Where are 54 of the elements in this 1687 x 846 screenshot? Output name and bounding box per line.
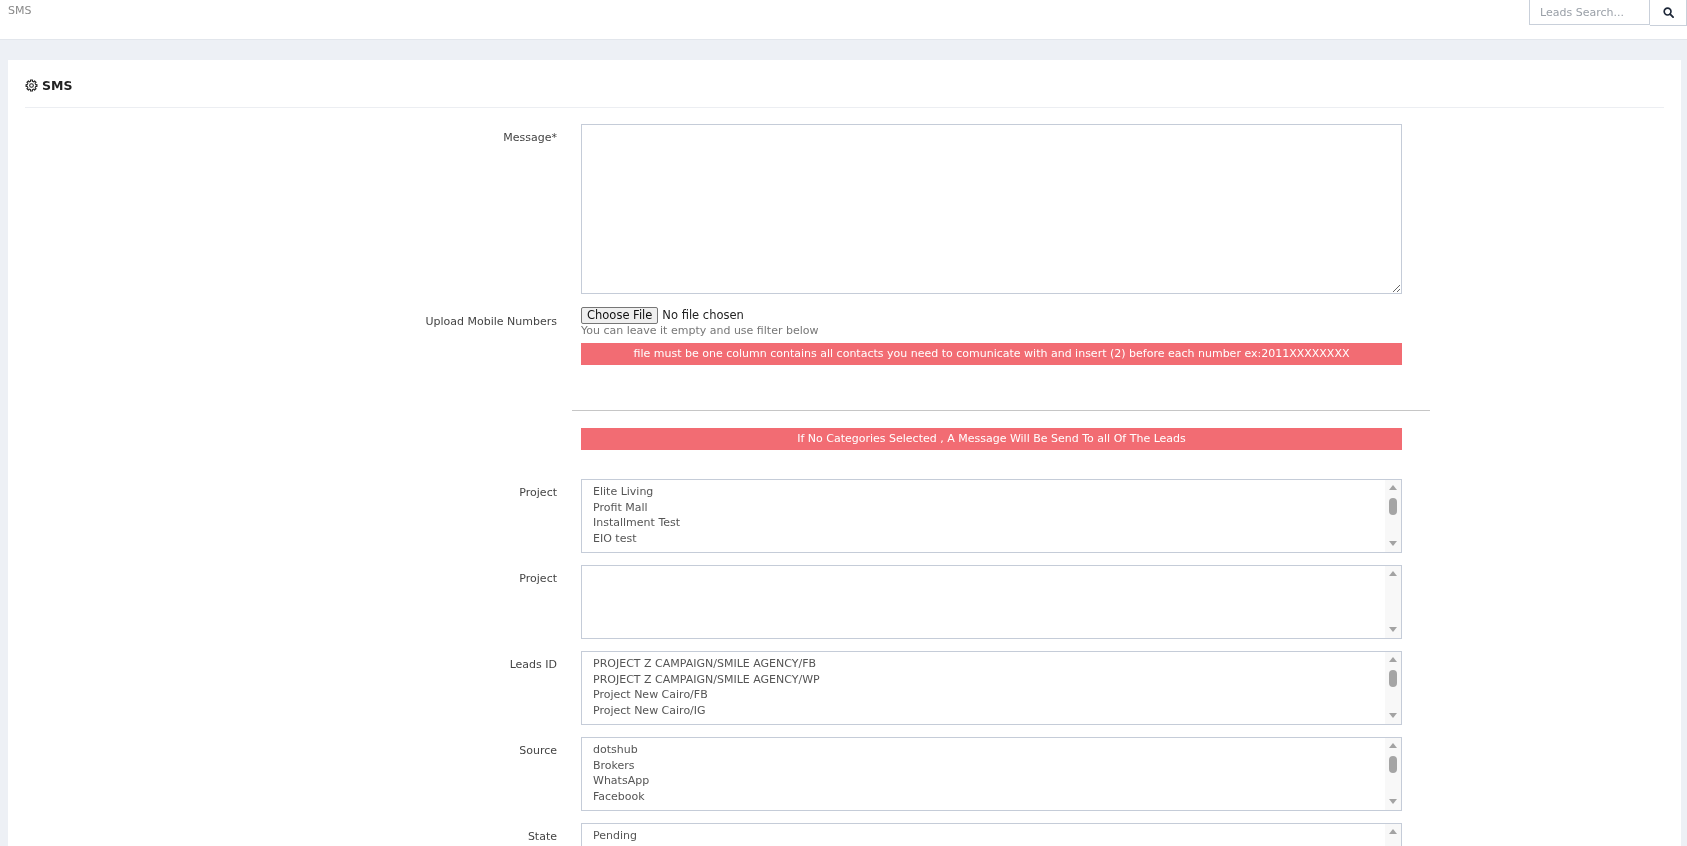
list-option[interactable]: Project New Cairo/FB <box>593 687 708 703</box>
scroll-up-arrow-icon[interactable] <box>1389 743 1397 748</box>
warning-banner: If No Categories Selected , A Message Will Be Send To all Of The Leads <box>581 428 1402 450</box>
multi-select-list[interactable] <box>581 565 1402 639</box>
scrollbar[interactable] <box>1385 738 1401 810</box>
scrollbar-thumb[interactable] <box>1389 670 1397 687</box>
list-option[interactable]: Profit Mall <box>593 499 648 515</box>
search-button[interactable] <box>1650 0 1687 26</box>
list-option[interactable]: Brokers <box>593 757 635 773</box>
scrollbar-thumb[interactable] <box>1389 756 1397 773</box>
field-label: Upload Mobile Numbers <box>425 315 557 328</box>
field-label: State <box>527 830 557 843</box>
message-field[interactable] <box>581 124 1402 294</box>
list-option[interactable]: Elite Living <box>593 484 654 500</box>
list-option[interactable]: Installment Test <box>593 515 681 531</box>
scroll-up-arrow-icon[interactable] <box>1389 485 1397 490</box>
scrollbar[interactable] <box>1385 652 1401 724</box>
field-label: Leads ID <box>509 658 557 671</box>
scrollbar[interactable] <box>1385 824 1401 846</box>
multi-select-list[interactable]: PROJECT Z CAMPAIGN/SMILE AGENCY/FB PROJECT Z CAMPAIGN/SMILE AGENCY/WP Project New Cairo/FB Project New Cairo/IG <box>581 651 1402 725</box>
scrollbar-thumb[interactable] <box>1389 498 1397 515</box>
choose-file-button[interactable]: Choose File <box>581 307 659 324</box>
settings-icon <box>25 79 38 92</box>
multi-select-list[interactable]: Elite Living Profit Mall Installment Test EIO test <box>581 479 1402 553</box>
field-label: Source <box>519 744 557 757</box>
search-icon <box>1662 7 1674 18</box>
list-option[interactable]: dotshub <box>593 742 638 758</box>
list-option[interactable]: EIO test <box>593 530 637 546</box>
hint-text: You can leave it empty and use filter below <box>581 324 819 338</box>
scroll-up-arrow-icon[interactable] <box>1389 571 1397 576</box>
page-title: SMS <box>7 3 33 19</box>
list-option[interactable]: Facebook <box>593 788 645 804</box>
warning-banner: file must be one column contains all contacts you need to comunicate with and insert (2) before each number ex:2011XXXXXXXX <box>581 343 1402 365</box>
list-option[interactable]: Pending <box>593 828 637 844</box>
scroll-down-arrow-icon[interactable] <box>1389 799 1397 804</box>
multi-select-list[interactable]: Pending <box>581 823 1402 846</box>
scroll-up-arrow-icon[interactable] <box>1389 829 1397 834</box>
field-label: Project <box>519 486 557 499</box>
scroll-up-arrow-icon[interactable] <box>1389 657 1397 662</box>
field-label: Project <box>519 572 557 585</box>
search-field[interactable]: Leads Search... <box>1529 0 1650 25</box>
scrollbar[interactable] <box>1385 480 1401 552</box>
scroll-down-arrow-icon[interactable] <box>1389 713 1397 718</box>
scroll-down-arrow-icon[interactable] <box>1389 627 1397 632</box>
scroll-down-arrow-icon[interactable] <box>1389 541 1397 546</box>
scrollbar[interactable] <box>1385 566 1401 638</box>
file-status-text: No file chosen <box>662 308 744 323</box>
card-title: SMS <box>42 77 73 94</box>
list-option[interactable]: Project New Cairo/IG <box>593 702 706 718</box>
field-label: Message* <box>503 131 557 144</box>
list-option[interactable]: WhatsApp <box>593 773 650 789</box>
list-option[interactable]: PROJECT Z CAMPAIGN/SMILE AGENCY/FB <box>593 656 817 672</box>
list-option[interactable]: PROJECT Z CAMPAIGN/SMILE AGENCY/WP <box>593 671 820 687</box>
multi-select-list[interactable]: dotshub Brokers WhatsApp Facebook <box>581 737 1402 811</box>
